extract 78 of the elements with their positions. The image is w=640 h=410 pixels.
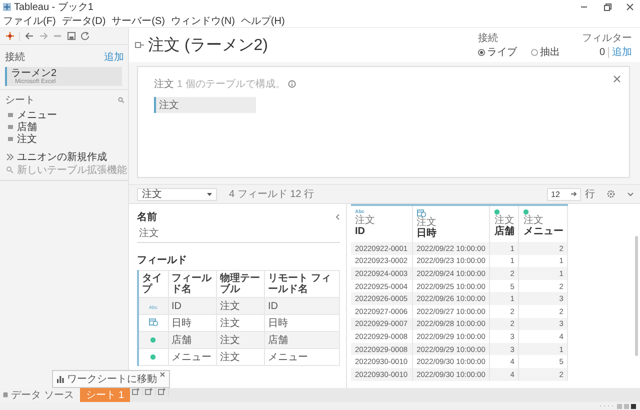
sheet-item[interactable]: 店舗	[0, 121, 128, 133]
column-source: 注文	[494, 215, 514, 226]
column-header: 日時	[416, 228, 437, 240]
union-icon	[6, 152, 14, 160]
info-icon	[288, 80, 296, 88]
column-header: ID	[355, 226, 365, 238]
datasource-title: 注文 (ラーメン2)	[148, 36, 268, 56]
new-dashboard-icon[interactable]	[143, 388, 156, 396]
table-cell: 注文	[216, 298, 264, 314]
number-type-icon	[494, 209, 500, 215]
settings-icon[interactable]	[607, 190, 615, 198]
scrollbar[interactable]	[635, 236, 638, 356]
save-icon[interactable]	[67, 32, 76, 40]
menu-item[interactable]: ファイル(F)	[3, 14, 56, 28]
menu-item[interactable]: ヘルプ(H)	[240, 14, 285, 28]
sheet-action[interactable]: ユニオンの新規作成	[0, 150, 128, 163]
menu-item[interactable]: サーバー(S)	[112, 14, 166, 28]
name-field[interactable]: 注文	[137, 224, 340, 243]
sheet-item[interactable]: 注文	[0, 133, 128, 145]
datasource-icon	[135, 41, 144, 49]
connections-heading: 接続	[5, 50, 25, 64]
close-icon[interactable]	[613, 75, 621, 83]
table-cell: 店舗	[264, 332, 340, 348]
connection-label: 接続	[478, 32, 499, 45]
number-type-icon	[523, 209, 530, 215]
forward-icon[interactable]	[39, 32, 48, 40]
sheet-item[interactable]: メニュー	[0, 109, 128, 121]
table-cell: 注文	[216, 332, 264, 348]
database-icon	[3, 392, 8, 398]
back-icon[interactable]	[25, 32, 34, 40]
app-icon	[3, 3, 11, 11]
calendar-clock-icon	[148, 318, 158, 326]
fields-label: フィールド	[137, 254, 188, 267]
column-header: 店舗	[494, 226, 514, 238]
table-cell: ID	[168, 298, 216, 314]
bar-chart-icon	[57, 376, 64, 382]
field-row-count: 4 フィールド 12 行	[229, 188, 314, 201]
window-title: Tableau - ブック1	[14, 0, 94, 14]
new-worksheet-icon[interactable]	[130, 388, 144, 396]
table-chip[interactable]: 注文	[154, 97, 256, 113]
table-dropdown[interactable]: 注文	[137, 188, 217, 200]
refresh-icon[interactable]	[81, 32, 90, 40]
table-cell: メニュー	[264, 348, 340, 366]
table-name: 注文	[154, 78, 174, 91]
connection-radio[interactable]: 抽出	[531, 45, 560, 59]
rows-input[interactable]: 12	[547, 188, 581, 200]
datasource-tab[interactable]: データ ソース	[0, 388, 80, 402]
collapse-icon[interactable]	[335, 214, 340, 220]
filters-label: フィルター	[582, 32, 632, 45]
new-story-icon[interactable]	[156, 388, 170, 396]
column-source: 注文	[523, 215, 544, 226]
rows-label: 行	[585, 188, 595, 201]
close-icon[interactable]	[160, 372, 165, 377]
sheets-heading: シート	[5, 94, 35, 107]
worksheet-tooltip: ワークシートに移動	[52, 370, 170, 388]
filter-count: 0	[599, 46, 609, 58]
chevron-icon[interactable]	[627, 192, 634, 196]
column-header: メニュー	[523, 226, 564, 238]
number-type-icon	[150, 354, 156, 360]
column-source: 注文	[355, 215, 375, 226]
table-cell: ID	[264, 298, 340, 314]
menu-item[interactable]: データ(D)	[62, 14, 106, 28]
table-summary: 1 個のテーブルで構成。	[177, 78, 286, 91]
search-icon[interactable]	[118, 97, 124, 103]
menu-item[interactable]: ウィンドウ(N)	[171, 14, 235, 28]
calendar-clock-icon	[416, 209, 426, 217]
connection-radio[interactable]: ライブ	[478, 45, 517, 59]
table-cell: メニュー	[168, 348, 216, 366]
column-source: 注文	[416, 217, 437, 228]
name-label: 名前	[137, 210, 157, 224]
arrow-icon	[571, 192, 577, 196]
dropdown-icon	[207, 192, 212, 196]
add-filter-link[interactable]: 追加	[612, 45, 632, 59]
logo-icon[interactable]	[6, 32, 14, 40]
tile-view-icon[interactable]	[631, 404, 636, 408]
number-type-icon	[150, 336, 156, 342]
table-cell: 店舗	[168, 332, 216, 348]
table-cell: 注文	[216, 348, 264, 366]
